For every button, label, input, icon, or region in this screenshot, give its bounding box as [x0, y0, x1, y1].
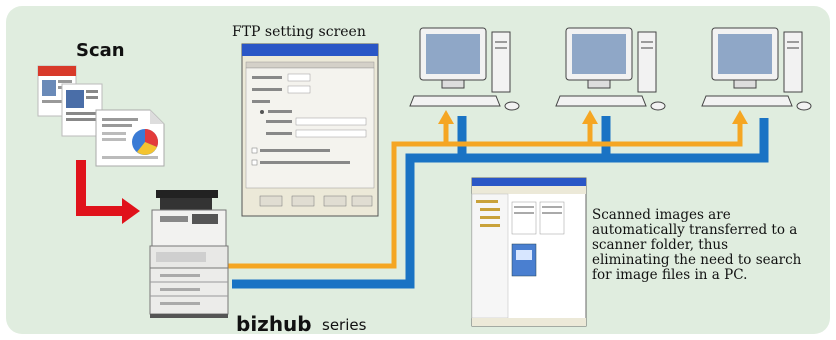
- desktop-pc-icon: [409, 27, 520, 111]
- brand-suffix: series: [322, 316, 367, 334]
- ftp-setting-title: FTP setting screen: [232, 24, 366, 40]
- brand-name: bizhub: [236, 312, 312, 336]
- network-arrowheads: [438, 110, 748, 124]
- bizhub-mfp-icon: [149, 190, 229, 318]
- scan-arrow: [76, 160, 140, 224]
- scan-label: Scan: [76, 40, 125, 61]
- diagram-canvas: Scan FTP setting screen bizhub series Sc…: [0, 0, 836, 340]
- desktop-pc-icon: [701, 27, 812, 111]
- ftp-setting-dialog: [241, 43, 379, 217]
- scanner-folder-window: [471, 177, 587, 327]
- diagram-graphics: [37, 27, 812, 327]
- description-text: Scanned images are automatically transfe…: [592, 207, 802, 283]
- scanned-documents-icon: [37, 65, 165, 167]
- desktop-pc-icon: [555, 27, 666, 111]
